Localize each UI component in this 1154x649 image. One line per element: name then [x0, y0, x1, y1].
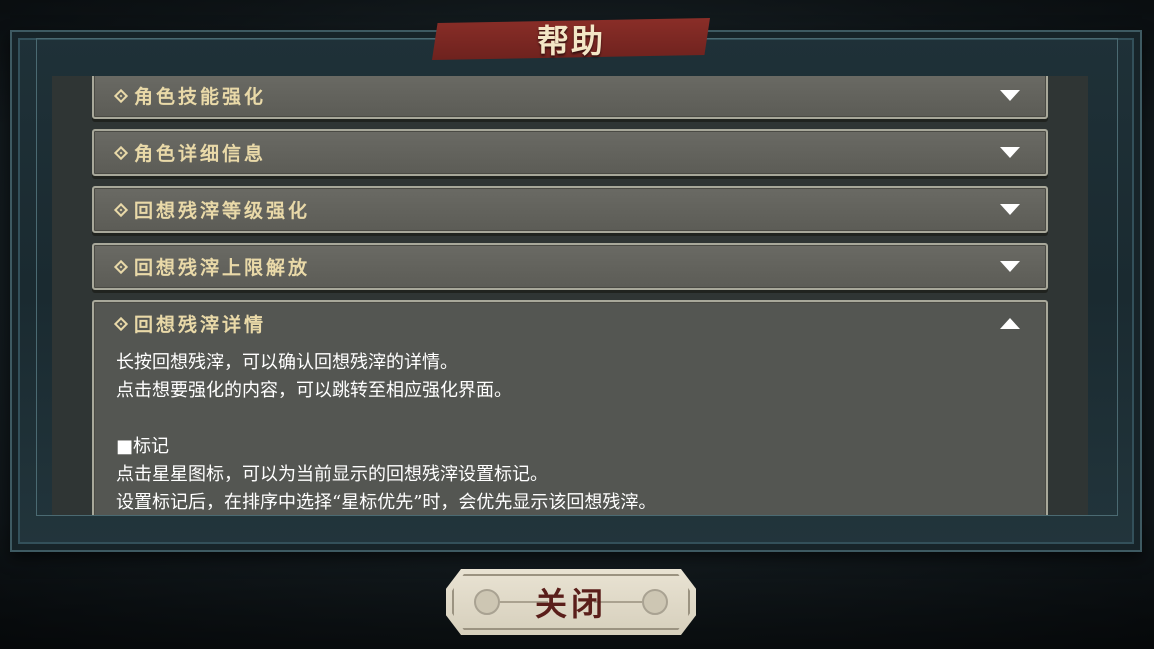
accordion-title-text: 回想残滓等级强化	[134, 200, 311, 222]
accordion-title: 回想残滓详情	[113, 310, 267, 337]
body-line: ■标记	[116, 436, 170, 457]
body-line: 点击想要强化的内容，可以跳转至相应强化界面。	[116, 380, 512, 401]
ornament-icon	[474, 589, 500, 615]
accordion-header[interactable]: 角色详细信息	[94, 131, 1046, 174]
body-line: 点击星星图标，可以为当前显示的回想残滓设置标记。	[116, 464, 548, 485]
accordion-item-remnant-details[interactable]: 回想残滓详情 长按回想残滓，可以确认回想残滓的详情。 点击想要强化的内容，可以跳…	[92, 300, 1048, 515]
chevron-down-icon[interactable]	[1000, 261, 1020, 272]
accordion-header[interactable]: 回想残滓上限解放	[94, 245, 1046, 288]
help-content-panel[interactable]: 角色技能强化 角色详细信息 回想残滓等级强化 回想残滓上限解放 回想残滓详情 长…	[52, 76, 1088, 515]
diamond-icon	[113, 259, 129, 274]
diamond-icon	[113, 88, 129, 103]
body-line	[116, 405, 1024, 433]
chevron-down-icon[interactable]	[1000, 147, 1020, 158]
accordion-title: 角色技能强化	[113, 82, 267, 109]
accordion-body: 长按回想残滓，可以确认回想残滓的详情。 点击想要强化的内容，可以跳转至相应强化界…	[94, 345, 1046, 515]
chevron-down-icon[interactable]	[1000, 90, 1020, 101]
accordion-title-text: 回想残滓详情	[134, 314, 267, 336]
accordion-title-text: 角色技能强化	[134, 86, 267, 108]
chevron-up-icon[interactable]	[1000, 318, 1020, 329]
ornament-icon	[642, 589, 668, 615]
dialog-title: 帮助	[536, 22, 605, 60]
accordion-item-remnant-level[interactable]: 回想残滓等级强化	[92, 186, 1048, 233]
accordion-title-text: 角色详细信息	[134, 143, 267, 165]
body-line: 长按回想残滓，可以确认回想残滓的详情。	[116, 352, 458, 373]
accordion-header[interactable]: 角色技能强化	[94, 76, 1046, 117]
diamond-icon	[113, 202, 129, 217]
accordion-header[interactable]: 回想残滓详情	[94, 302, 1046, 345]
accordion-title: 角色详细信息	[113, 139, 267, 166]
chevron-down-icon[interactable]	[1000, 204, 1020, 215]
accordion-title: 回想残滓上限解放	[113, 253, 311, 280]
accordion-title: 回想残滓等级强化	[113, 196, 311, 223]
help-accordion-list: 角色技能强化 角色详细信息 回想残滓等级强化 回想残滓上限解放 回想残滓详情 长…	[92, 76, 1050, 515]
accordion-item-character-details[interactable]: 角色详细信息	[92, 129, 1048, 176]
diamond-icon	[113, 316, 129, 331]
body-line: 设置标记后，在排序中选择“星标优先”时，会优先显示该回想残滓。	[116, 492, 657, 513]
close-button-label: 关闭	[534, 585, 607, 623]
close-button[interactable]: 关闭	[446, 569, 696, 635]
accordion-title-text: 回想残滓上限解放	[134, 257, 311, 279]
diamond-icon	[113, 145, 129, 160]
accordion-header[interactable]: 回想残滓等级强化	[94, 188, 1046, 231]
accordion-item-remnant-limit-break[interactable]: 回想残滓上限解放	[92, 243, 1048, 290]
accordion-item-skill-enhance[interactable]: 角色技能强化	[92, 76, 1048, 119]
